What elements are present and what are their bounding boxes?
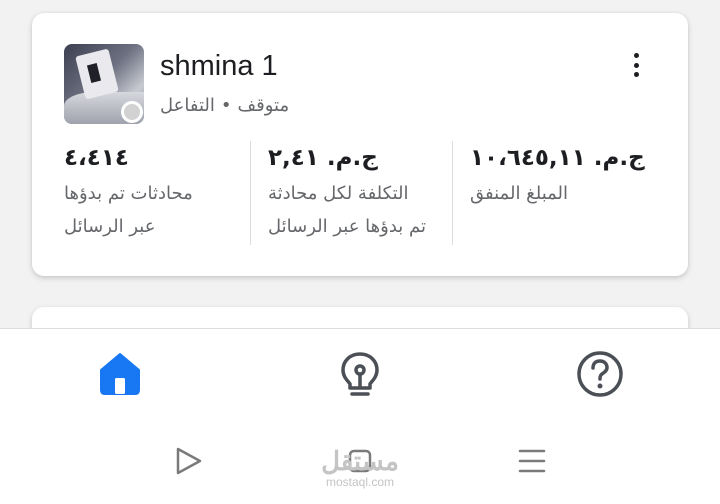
metric-amount-spent: ج.م. ١٠،٦٤٥,١١ المبلغ المنفق xyxy=(470,141,656,245)
metric-divider xyxy=(452,141,453,245)
metric-value: ج.م. ١٠،٦٤٥,١١ xyxy=(470,145,645,171)
separator-dot: • xyxy=(220,95,232,116)
inactive-status-dot xyxy=(121,101,143,123)
metric-label: محادثات تم بدؤها عبر الرسائل xyxy=(64,177,250,243)
objective-label: التفاعل xyxy=(160,95,215,116)
kebab-vertical-icon[interactable] xyxy=(624,51,648,79)
metric-conversations-started: ٤،٤١٤ محادثات تم بدؤها عبر الرسائل xyxy=(64,141,250,245)
status-label: متوقف xyxy=(237,95,290,116)
bottom-navigation: مستقل mostaql.com xyxy=(0,328,720,504)
metric-divider xyxy=(250,141,251,245)
metric-label-line1: التكلفة لكل محادثة xyxy=(268,183,409,204)
watermark-arabic: مستقل xyxy=(321,446,399,476)
metric-cost-per-conversation: ج.م. ٢,٤١ التكلفة لكل محادثة تم بدؤها عب… xyxy=(268,141,454,245)
metric-label: المبلغ المنفق xyxy=(470,177,656,210)
metric-label-line2: تم بدؤها عبر الرسائل xyxy=(268,216,427,237)
home-icon[interactable] xyxy=(95,349,145,399)
metric-label-line2: عبر الرسائل xyxy=(64,216,156,237)
back-triangle-icon[interactable] xyxy=(168,441,208,481)
help-circle-icon[interactable] xyxy=(575,349,625,399)
menu-lines-icon[interactable] xyxy=(512,441,552,481)
metric-value: ٤،٤١٤ xyxy=(64,145,129,171)
campaign-subtitle: متوقف•التفاعل xyxy=(160,95,289,116)
metric-value: ج.م. ٢,٤١ xyxy=(268,145,378,171)
metric-label-line1: المبلغ المنفق xyxy=(470,183,569,204)
lightbulb-icon[interactable] xyxy=(335,349,385,399)
metric-label: التكلفة لكل محادثة تم بدؤها عبر الرسائل xyxy=(268,177,454,243)
metric-label-line1: محادثات تم بدؤها xyxy=(64,183,193,204)
campaign-card[interactable]: shmina 1 متوقف•التفاعل ٤،٤١٤ محادثات تم … xyxy=(32,13,688,276)
campaign-title[interactable]: shmina 1 xyxy=(160,50,278,83)
watermark: مستقل mostaql.com xyxy=(314,447,406,489)
watermark-latin: mostaql.com xyxy=(325,475,395,489)
